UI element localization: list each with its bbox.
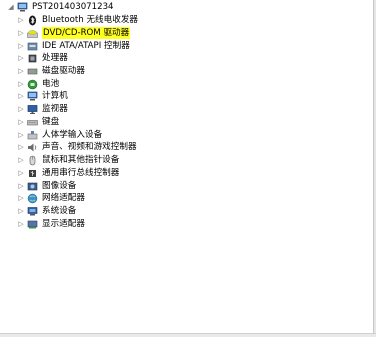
mouse-icon — [27, 155, 38, 166]
expand-arrow-icon[interactable]: ▷ — [17, 167, 25, 179]
tree-item-sound-video[interactable]: ▷ 声音、视频和游戏控制器 — [17, 141, 137, 153]
processor-icon — [27, 53, 38, 64]
tree-item-processor[interactable]: ▷ 处理器 — [17, 52, 68, 64]
tree-item-keyboard[interactable]: ▷ 键盘 — [17, 116, 59, 128]
tree-item-display-adapter[interactable]: ▷ 显示适配器 — [17, 218, 85, 230]
tree-item-label: 处理器 — [42, 53, 68, 63]
tree-item-hid[interactable]: ▷ 人体学输入设备 — [17, 129, 102, 141]
expand-arrow-icon[interactable]: ▷ — [17, 52, 25, 64]
tree-item-label: 通用串行总线控制器 — [42, 168, 120, 178]
tree-item-dvd-cdrom[interactable]: ▷ DVD/CD-ROM 驱动器 — [17, 27, 131, 39]
hid-icon — [27, 130, 38, 141]
tree-item-monitor[interactable]: ▷ 监视器 — [17, 103, 68, 115]
tree-item-imaging[interactable]: ▷ 图像设备 — [17, 180, 76, 192]
expand-arrow-icon[interactable]: ▷ — [17, 78, 25, 90]
tree-item-label: 图像设备 — [42, 181, 77, 191]
expand-arrow-icon[interactable]: ▷ — [17, 180, 25, 192]
expand-arrow-icon[interactable]: ▷ — [17, 27, 25, 39]
disk-drive-icon — [27, 66, 38, 77]
tree-item-label: 显示适配器 — [42, 219, 85, 229]
network-adapter-icon — [27, 193, 38, 204]
tree-item-bluetooth[interactable]: ▷ Bluetooth 无线电收发器 — [17, 14, 138, 26]
usb-icon — [27, 168, 38, 179]
window-frame-right-line — [373, 0, 374, 337]
expand-arrow-icon[interactable]: ▷ — [17, 40, 25, 52]
expand-arrow-icon[interactable]: ▷ — [17, 116, 25, 128]
tree-item-computer[interactable]: ▷ 计算机 — [17, 90, 68, 102]
tree-item-ide-ata[interactable]: ▷ IDE ATA/ATAPI 控制器 — [17, 40, 130, 52]
expand-arrow-icon[interactable]: ▷ — [17, 154, 25, 166]
tree-item-network[interactable]: ▷ 网络适配器 — [17, 192, 85, 204]
expand-arrow-icon[interactable]: ▷ — [17, 103, 25, 115]
system-device-icon — [27, 206, 38, 217]
tree-item-battery[interactable]: ▷ 电池 — [17, 78, 59, 90]
tree-item-label: 人体学输入设备 — [42, 130, 103, 140]
keyboard-icon — [27, 117, 38, 128]
root-label: PST201403071234 — [32, 2, 114, 12]
tree-item-label: DVD/CD-ROM 驱动器 — [42, 27, 131, 39]
battery-icon — [27, 79, 38, 90]
expand-arrow-icon[interactable]: ▷ — [17, 129, 25, 141]
expand-arrow-icon[interactable]: ▷ — [17, 90, 25, 102]
tree-item-label: 计算机 — [42, 91, 68, 101]
sound-icon — [27, 142, 38, 153]
expand-arrow-icon[interactable]: ▷ — [17, 192, 25, 204]
tree-item-label: 监视器 — [42, 104, 68, 114]
expand-arrow-icon[interactable]: ▷ — [17, 205, 25, 217]
expand-arrow-icon[interactable]: ▷ — [17, 65, 25, 77]
tree-item-label: 鼠标和其他指针设备 — [42, 155, 120, 165]
tree-item-system[interactable]: ▷ 系统设备 — [17, 205, 76, 217]
bluetooth-icon — [27, 15, 38, 26]
monitor-icon — [27, 104, 38, 115]
tree-item-label: 网络适配器 — [42, 193, 85, 203]
tree-item-label: 键盘 — [42, 117, 60, 127]
tree-item-label: 系统设备 — [42, 206, 77, 216]
tree-item-label: Bluetooth 无线电收发器 — [42, 15, 139, 25]
tree-item-disk-drive[interactable]: ▷ 磁盘驱动器 — [17, 65, 85, 77]
tree-item-label: 磁盘驱动器 — [42, 66, 85, 76]
imaging-device-icon — [27, 181, 38, 192]
tree-item-label: 声音、视频和游戏控制器 — [42, 142, 137, 152]
tree-item-mouse[interactable]: ▷ 鼠标和其他指针设备 — [17, 154, 119, 166]
dvd-drive-icon — [27, 28, 38, 39]
expand-arrow-icon[interactable]: ▷ — [17, 218, 25, 230]
collapse-arrow-icon[interactable]: ◢ — [7, 1, 15, 13]
display-adapter-icon — [27, 219, 38, 230]
tree-root[interactable]: ◢ PST201403071234 — [7, 1, 114, 13]
expand-arrow-icon[interactable]: ▷ — [17, 14, 25, 26]
tree-item-usb[interactable]: ▷ 通用串行总线控制器 — [17, 167, 119, 179]
tree-item-label: IDE ATA/ATAPI 控制器 — [42, 41, 130, 51]
window-frame-bottom-line — [0, 333, 376, 334]
ide-controller-icon — [27, 41, 38, 52]
expand-arrow-icon[interactable]: ▷ — [17, 141, 25, 153]
computer-icon — [27, 91, 38, 102]
computer-icon — [17, 2, 28, 13]
tree-item-label: 电池 — [42, 79, 60, 89]
